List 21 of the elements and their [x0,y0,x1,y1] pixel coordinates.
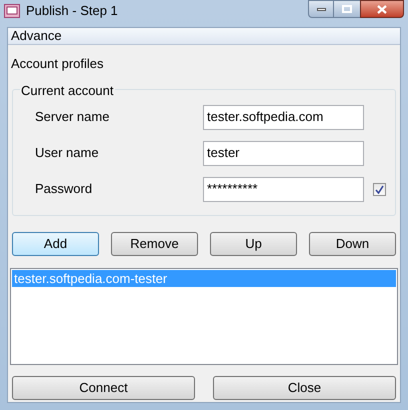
checkbox[interactable] [373,182,386,196]
field-label: User name [35,144,100,162]
push-button[interactable]: Close [213,376,396,400]
push-button[interactable]: Add [12,232,99,256]
text-field[interactable]: ********** [203,176,364,202]
app-icon [4,4,20,18]
close-button[interactable] [360,0,404,18]
section-label: Account profiles [11,55,104,73]
close-icon [377,4,387,14]
window-title: Publish - Step 1 [26,2,118,20]
field-label: Password [35,180,94,198]
text-field[interactable]: tester.softpedia.com [203,104,364,130]
push-button[interactable]: Connect [12,376,195,400]
text-field[interactable]: tester [203,140,364,166]
push-button[interactable]: Remove [111,232,198,256]
minimize-button[interactable] [308,0,334,18]
push-button[interactable]: Up [210,232,297,256]
push-button[interactable]: Down [309,232,396,256]
field-label: Server name [35,108,110,126]
maximize-button[interactable] [334,0,360,18]
menu-item[interactable]: Advance [10,26,63,46]
